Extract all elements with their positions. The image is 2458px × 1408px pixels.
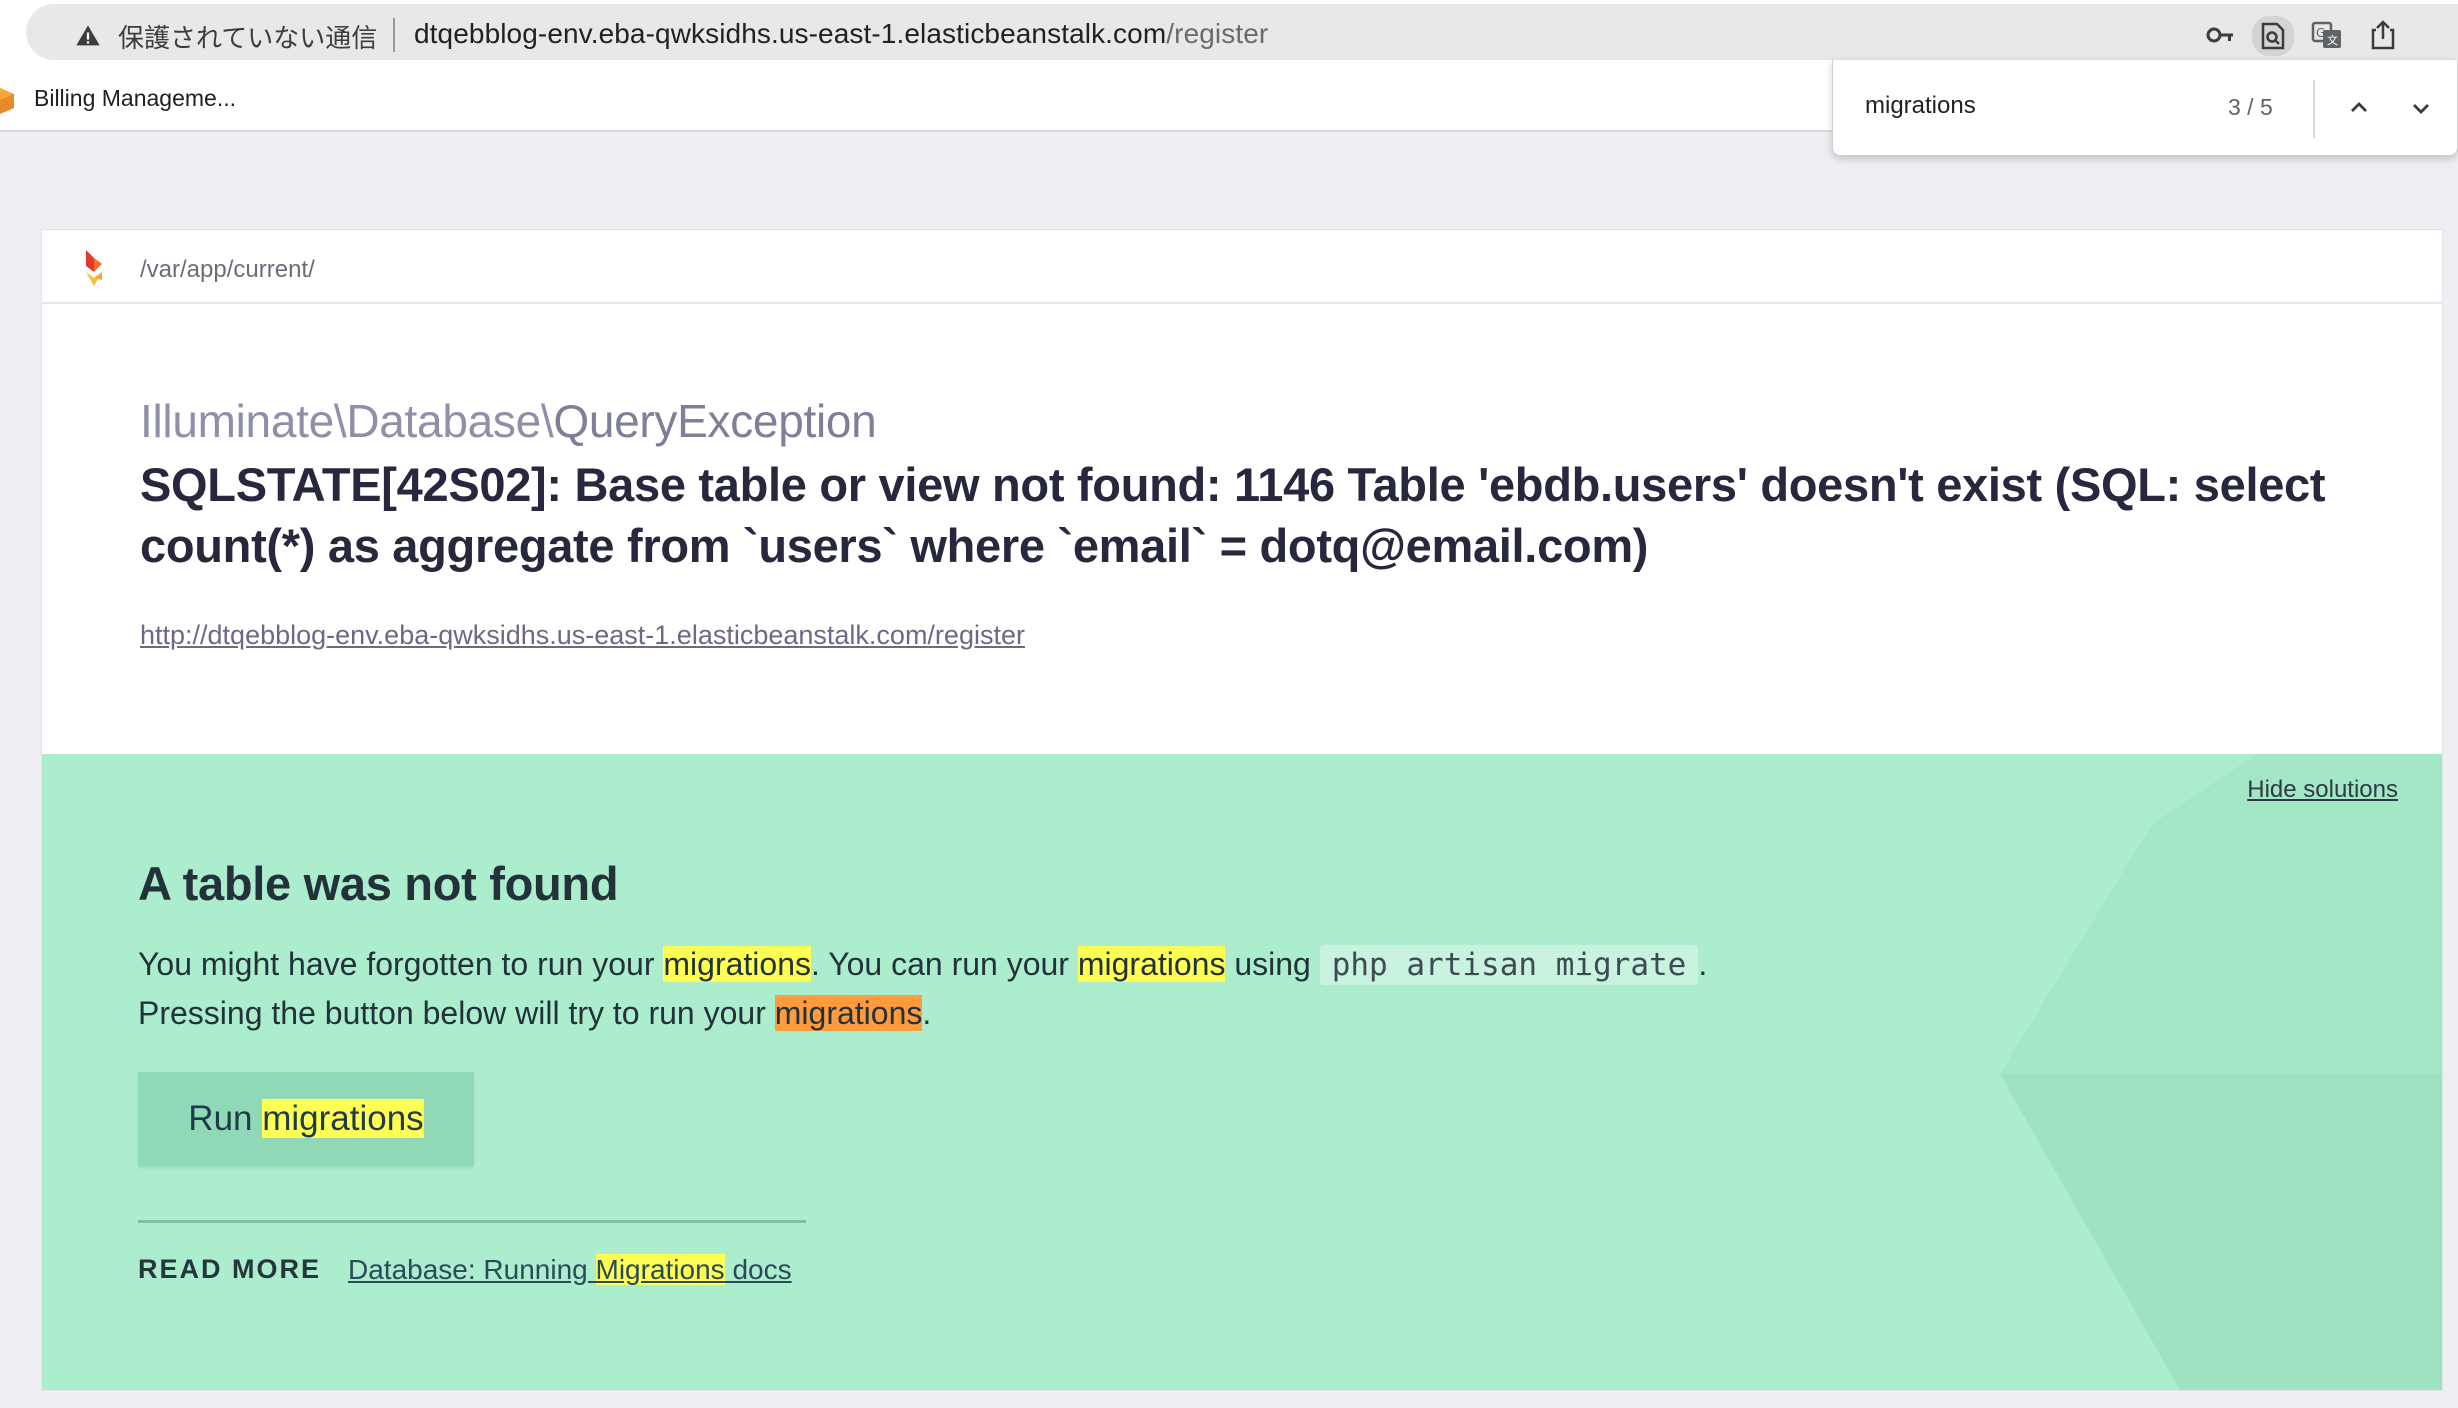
address-bar[interactable]: 保護されていない通信 dtqebblog-env.eba-qwksidhs.us… bbox=[26, 4, 2458, 60]
share-icon[interactable] bbox=[2366, 18, 2400, 52]
exception-class: Illuminate\Database\QueryException bbox=[140, 394, 877, 448]
find-match-count: 3 / 5 bbox=[2228, 94, 2273, 120]
search-highlight-current: migrations bbox=[774, 995, 923, 1031]
hide-solutions-link[interactable]: Hide solutions bbox=[2247, 776, 2398, 804]
url-path: /register bbox=[1166, 18, 1269, 49]
description-text: using bbox=[1225, 946, 1320, 982]
find-in-page-icon bbox=[2261, 22, 2285, 50]
url-text[interactable]: dtqebblog-env.eba-qwksidhs.us-east-1.ela… bbox=[414, 18, 1268, 50]
link-text: docs bbox=[724, 1254, 792, 1285]
ignition-logo-icon bbox=[86, 250, 102, 286]
run-migrations-button[interactable]: Run migrations bbox=[138, 1072, 474, 1166]
find-previous-icon[interactable] bbox=[2341, 90, 2377, 126]
divider bbox=[138, 1220, 806, 1223]
exception-class-name: QueryException bbox=[553, 395, 877, 447]
find-separator bbox=[2313, 80, 2315, 138]
svg-text:文: 文 bbox=[2327, 33, 2338, 47]
solution-description-line-2: Pressing the button below will try to ru… bbox=[138, 989, 1707, 1037]
description-text: You might have forgotten to run your bbox=[138, 946, 664, 982]
exception-message: SQLSTATE[42S02]: Base table or view not … bbox=[140, 458, 2326, 572]
link-text: Database: Running bbox=[348, 1254, 596, 1285]
browser-toolbar: 保護されていない通信 dtqebblog-env.eba-qwksidhs.us… bbox=[0, 0, 2458, 64]
omnibox-separator bbox=[393, 18, 395, 52]
solution-panel: Hide solutions A table was not found You… bbox=[42, 754, 2442, 1390]
translate-icon[interactable]: G文 bbox=[2310, 18, 2344, 52]
artisan-command: php artisan migrate bbox=[1319, 945, 1699, 985]
request-url-link[interactable]: http://dtqebblog-env.eba-qwksidhs.us-eas… bbox=[140, 620, 1025, 651]
exception-namespace: Illuminate\Database\ bbox=[140, 395, 554, 447]
button-label: Run bbox=[188, 1099, 263, 1138]
search-highlight: Migrations bbox=[595, 1254, 725, 1285]
solution-description-line-1: You might have forgotten to run your mig… bbox=[138, 940, 1707, 989]
find-bar: 3 / 5 bbox=[1832, 60, 2458, 156]
migrations-docs-link[interactable]: Database: Running Migrations docs bbox=[348, 1254, 792, 1286]
read-more-label: READ MORE bbox=[138, 1254, 322, 1284]
bookmark-favicon-icon bbox=[0, 88, 14, 114]
key-icon[interactable] bbox=[2204, 18, 2238, 52]
app-path: /var/app/current/ bbox=[140, 256, 315, 283]
url-host: dtqebblog-env.eba-qwksidhs.us-east-1.ela… bbox=[414, 18, 1167, 49]
description-text: . bbox=[1698, 946, 1708, 982]
svg-text:G: G bbox=[2316, 26, 2325, 40]
find-input[interactable] bbox=[1865, 92, 2195, 120]
search-highlight: migrations bbox=[1077, 946, 1226, 982]
description-text: . bbox=[922, 995, 932, 1031]
search-highlight: migrations bbox=[262, 1099, 424, 1138]
security-status-text[interactable]: 保護されていない通信 bbox=[118, 18, 377, 55]
solution-description: You might have forgotten to run your mig… bbox=[138, 940, 1707, 1037]
bookmark-label: Billing Manageme... bbox=[34, 85, 236, 111]
error-page: /var/app/current/ Illuminate\Database\Qu… bbox=[42, 230, 2442, 1390]
warning-icon[interactable] bbox=[74, 22, 102, 50]
solution-title: A table was not found bbox=[138, 857, 619, 910]
search-highlight: migrations bbox=[663, 946, 811, 982]
find-in-page-button[interactable] bbox=[2252, 16, 2294, 56]
description-text: Pressing the button below will try to ru… bbox=[138, 995, 775, 1031]
error-page-header: /var/app/current/ bbox=[42, 230, 2442, 304]
description-text: . You can run your bbox=[810, 946, 1078, 982]
find-next-icon[interactable] bbox=[2403, 90, 2439, 126]
